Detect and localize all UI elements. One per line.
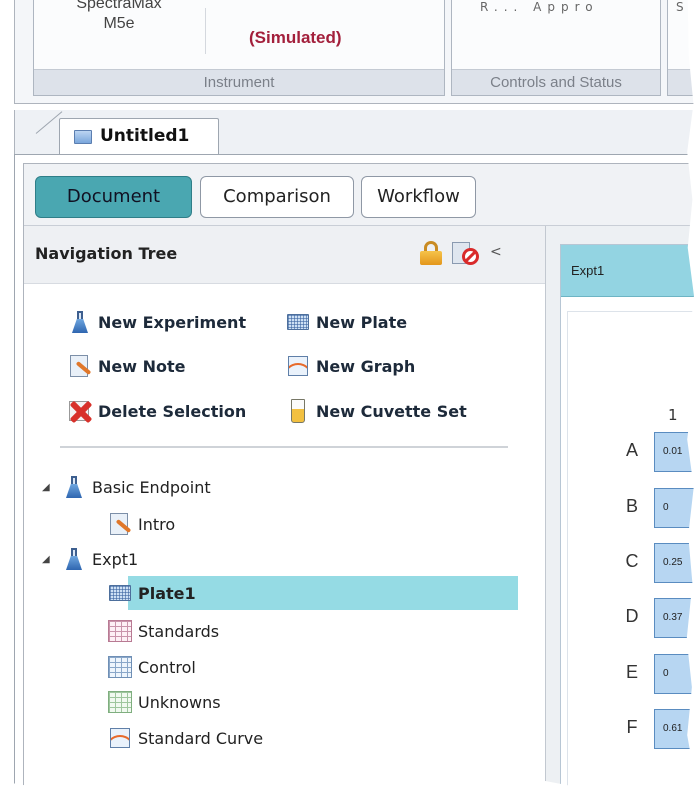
instrument-group-label: Instrument: [34, 69, 444, 95]
navigation-tree-title: Navigation Tree: [35, 244, 178, 263]
new-graph-button[interactable]: New Graph: [286, 354, 415, 378]
experiment-panel: Expt1 1 A 0.01 B 0 C 0.25 D 0.37 E 0 F 0…: [546, 226, 695, 799]
tree-node-basic-endpoint[interactable]: ◢ Basic Endpoint: [42, 472, 211, 502]
tree-node-standards[interactable]: Standards: [108, 616, 219, 646]
new-plate-button[interactable]: New Plate: [286, 310, 407, 334]
instrument-name-line1: SpectraMax: [76, 0, 162, 12]
tree-expander-icon[interactable]: ◢: [42, 482, 52, 493]
graph-icon: [286, 354, 310, 378]
note-icon: [108, 512, 132, 536]
column-label: 1: [668, 406, 678, 424]
plate-well[interactable]: 0.25: [654, 543, 695, 583]
new-experiment-label: New Experiment: [98, 312, 247, 332]
new-note-button[interactable]: New Note: [68, 354, 185, 378]
graph-icon: [108, 726, 132, 750]
experiment-title: Expt1: [571, 263, 605, 278]
tree-node-standard-curve[interactable]: Standard Curve: [108, 723, 263, 753]
document-tab-label: Untitled1: [100, 126, 190, 146]
controls-status-body[interactable]: R... Appro: [452, 0, 660, 70]
new-graph-label: New Graph: [316, 356, 416, 376]
tree-node-label: Standards: [138, 621, 220, 641]
new-plate-label: New Plate: [316, 312, 408, 332]
tree-node-intro[interactable]: Intro: [108, 509, 175, 539]
instrument-name[interactable]: SpectraMax M5e: [44, 0, 194, 34]
plate-view: 1 A 0.01 B 0 C 0.25 D 0.37 E 0 F 0.61: [567, 311, 695, 799]
new-cuvette-set-button[interactable]: New Cuvette Set: [286, 399, 467, 423]
workflow-mode-button[interactable]: Workflow: [361, 176, 476, 218]
tree-node-label: Basic Endpoint: [92, 477, 211, 497]
tree-node-label: Standard Curve: [138, 728, 264, 748]
delete-icon: [68, 399, 92, 423]
lock-icon[interactable]: [420, 241, 442, 265]
tree-node-control[interactable]: Control: [108, 652, 196, 682]
instrument-divider: [205, 8, 206, 54]
plate-well[interactable]: 0: [654, 654, 695, 694]
plate-well[interactable]: 0: [654, 488, 695, 528]
row-label: F: [626, 717, 638, 737]
instrument-group: SpectraMax M5e (Simulated) Instrument: [33, 0, 445, 96]
document-mode-button[interactable]: Document: [35, 176, 192, 218]
document-inner: Document Comparison Workflow Navigation …: [23, 163, 695, 799]
document-tab-strip: Untitled1: [14, 110, 695, 156]
navigation-tree-header: Navigation Tree <: [24, 226, 545, 284]
tree-node-label: Control: [138, 657, 196, 677]
row-label: A: [625, 440, 638, 460]
row-label: C: [625, 551, 639, 571]
delete-selection-label: Delete Selection: [98, 401, 247, 421]
mode-bar: Document Comparison Workflow: [24, 164, 695, 226]
tree-node-expt1[interactable]: ◢ Expt1: [42, 544, 138, 574]
group-grid-icon: [108, 655, 132, 679]
tree-node-label: Unknowns: [138, 692, 221, 712]
row-label: B: [625, 496, 638, 516]
document-icon: [74, 130, 92, 144]
cuvette-icon: [286, 399, 310, 423]
row-label: E: [625, 662, 638, 682]
navigation-divider: [60, 446, 508, 448]
plate-icon: [286, 310, 310, 334]
document-area: Document Comparison Workflow Navigation …: [14, 154, 695, 799]
new-note-label: New Note: [98, 356, 186, 376]
group-grid-icon: [108, 690, 132, 714]
extra-faded-text: S: [676, 0, 690, 14]
unlock-document-icon[interactable]: [452, 240, 480, 266]
tree-node-unknowns[interactable]: Unknowns: [108, 687, 221, 717]
instrument-status[interactable]: (Simulated): [249, 28, 342, 48]
tree-node-label: Plate1: [138, 583, 196, 603]
tree-expander-icon[interactable]: ◢: [42, 554, 52, 565]
delete-selection-button[interactable]: Delete Selection: [68, 399, 246, 423]
flask-icon: [68, 310, 92, 334]
experiment-card: Expt1 1 A 0.01 B 0 C 0.25 D 0.37 E 0 F 0…: [560, 244, 695, 799]
group-grid-icon: [108, 619, 132, 643]
tree-node-label: Expt1: [92, 549, 139, 569]
experiment-header[interactable]: Expt1: [561, 245, 695, 297]
controls-status-group-label: Controls and Status: [452, 69, 660, 95]
comparison-mode-button[interactable]: Comparison: [200, 176, 354, 218]
flask-icon: [62, 547, 86, 571]
instrument-name-line2: M5e: [103, 15, 135, 32]
note-icon: [68, 354, 92, 378]
tree-node-plate1[interactable]: Plate1: [108, 578, 196, 608]
controls-status-group: R... Appro Controls and Status: [451, 0, 661, 96]
torn-edge-left: [0, 0, 12, 799]
ribbon: SpectraMax M5e (Simulated) Instrument R.…: [14, 0, 695, 104]
new-cuvette-set-label: New Cuvette Set: [316, 401, 467, 421]
tree-node-label: Intro: [138, 514, 176, 534]
document-tab-untitled1[interactable]: Untitled1: [59, 118, 219, 156]
flask-icon: [62, 475, 86, 499]
navigation-tree-panel: Navigation Tree < New Experiment New Pla…: [24, 226, 546, 799]
plate-icon: [108, 581, 132, 605]
new-experiment-button[interactable]: New Experiment: [68, 310, 246, 334]
instrument-group-body[interactable]: SpectraMax M5e (Simulated): [34, 0, 444, 70]
collapse-panel-icon[interactable]: <: [490, 244, 502, 260]
controls-faded-text: R... Appro: [480, 0, 599, 14]
row-label: D: [625, 606, 639, 626]
